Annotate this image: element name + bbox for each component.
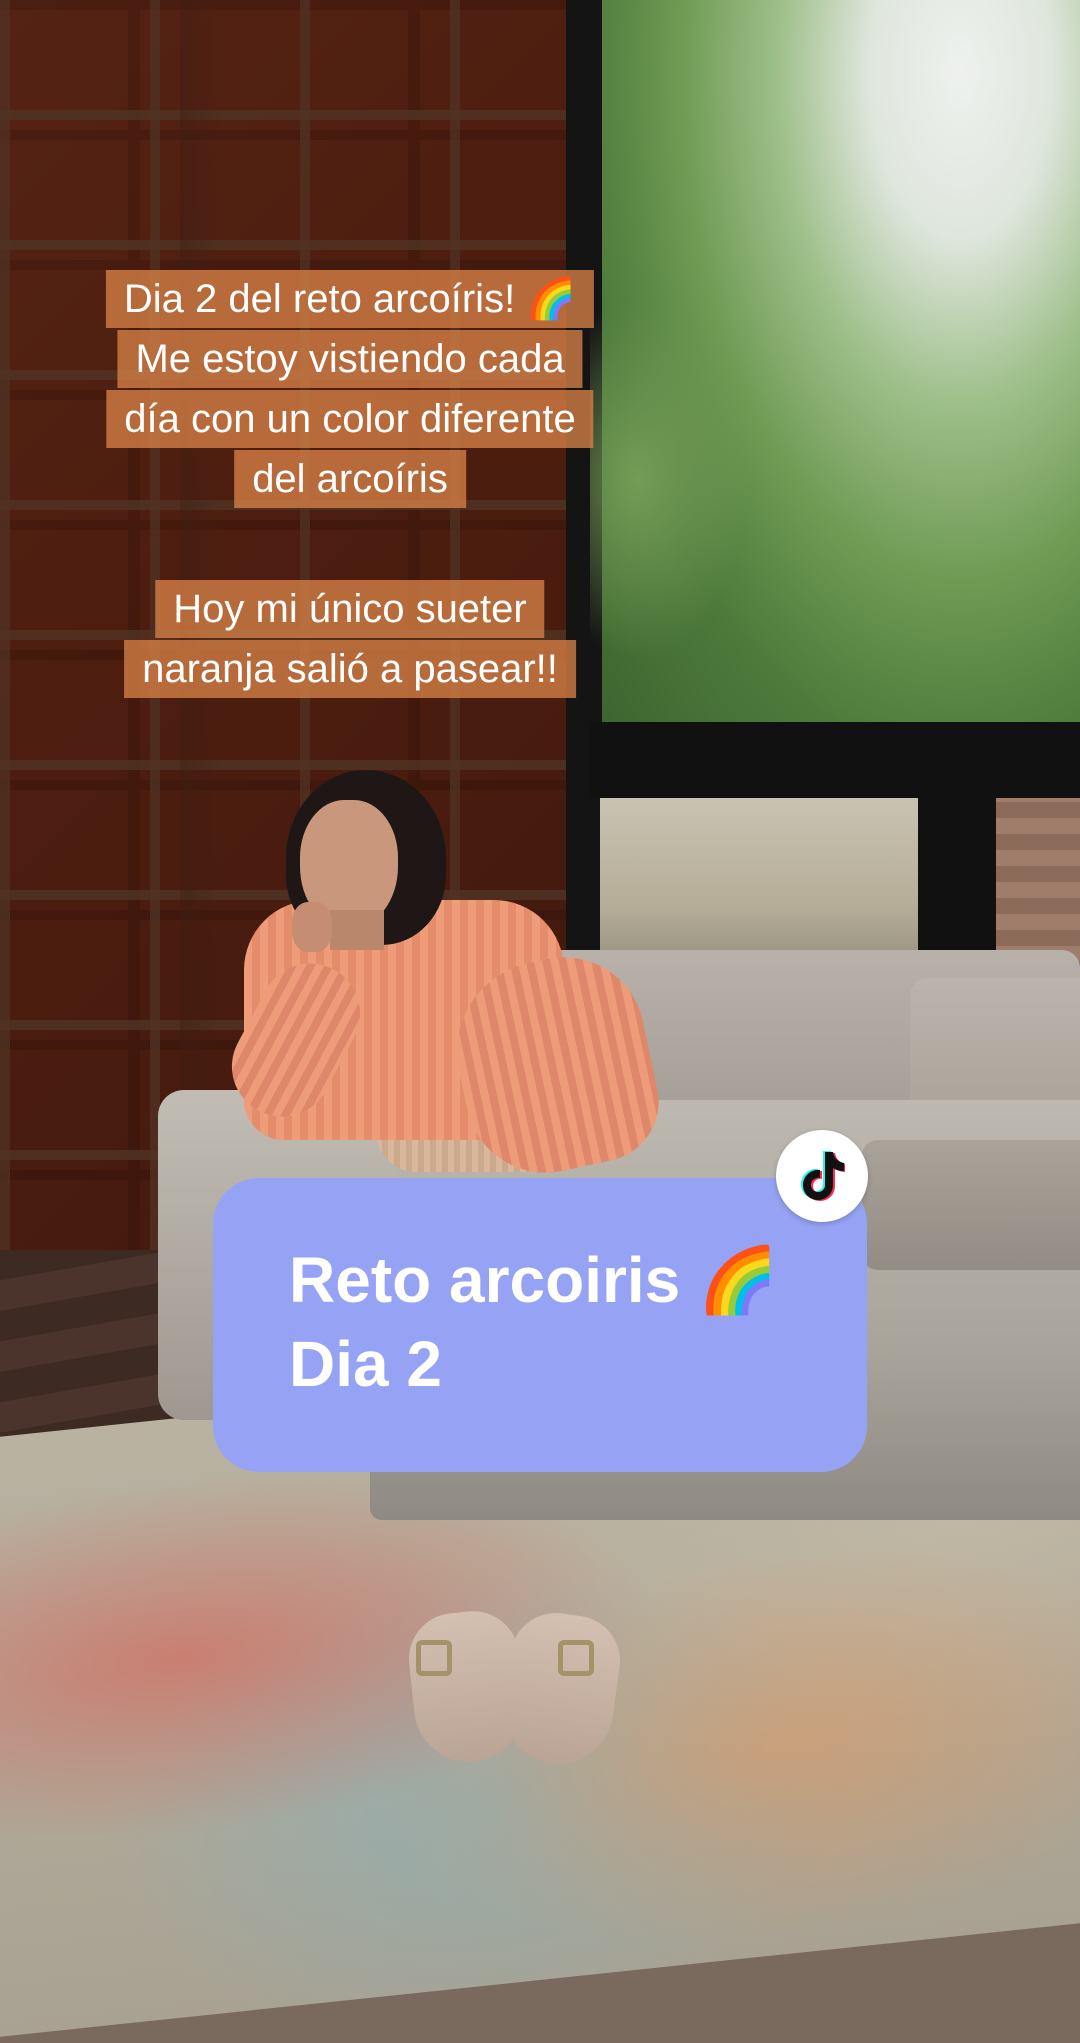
caption-line: Me estoy vistiendo cada	[117, 330, 583, 388]
sticker-title: Reto arcoiris 🌈	[289, 1244, 778, 1316]
caption-line: día con un color diferente	[106, 390, 594, 448]
tiktok-logo-icon[interactable]	[776, 1130, 868, 1222]
sticker-subtitle: Dia 2	[289, 1328, 442, 1400]
title-sticker: Reto arcoiris 🌈 Dia 2	[213, 1178, 867, 1472]
tiktok-logo-icon	[801, 1151, 845, 1201]
caption-line: naranja salió a pasear!!	[124, 640, 576, 698]
caption-line: Dia 2 del reto arcoíris! 🌈	[105, 270, 595, 328]
caption-line: Hoy mi único sueter	[155, 580, 545, 638]
caption-line: del arcoíris	[234, 450, 466, 508]
